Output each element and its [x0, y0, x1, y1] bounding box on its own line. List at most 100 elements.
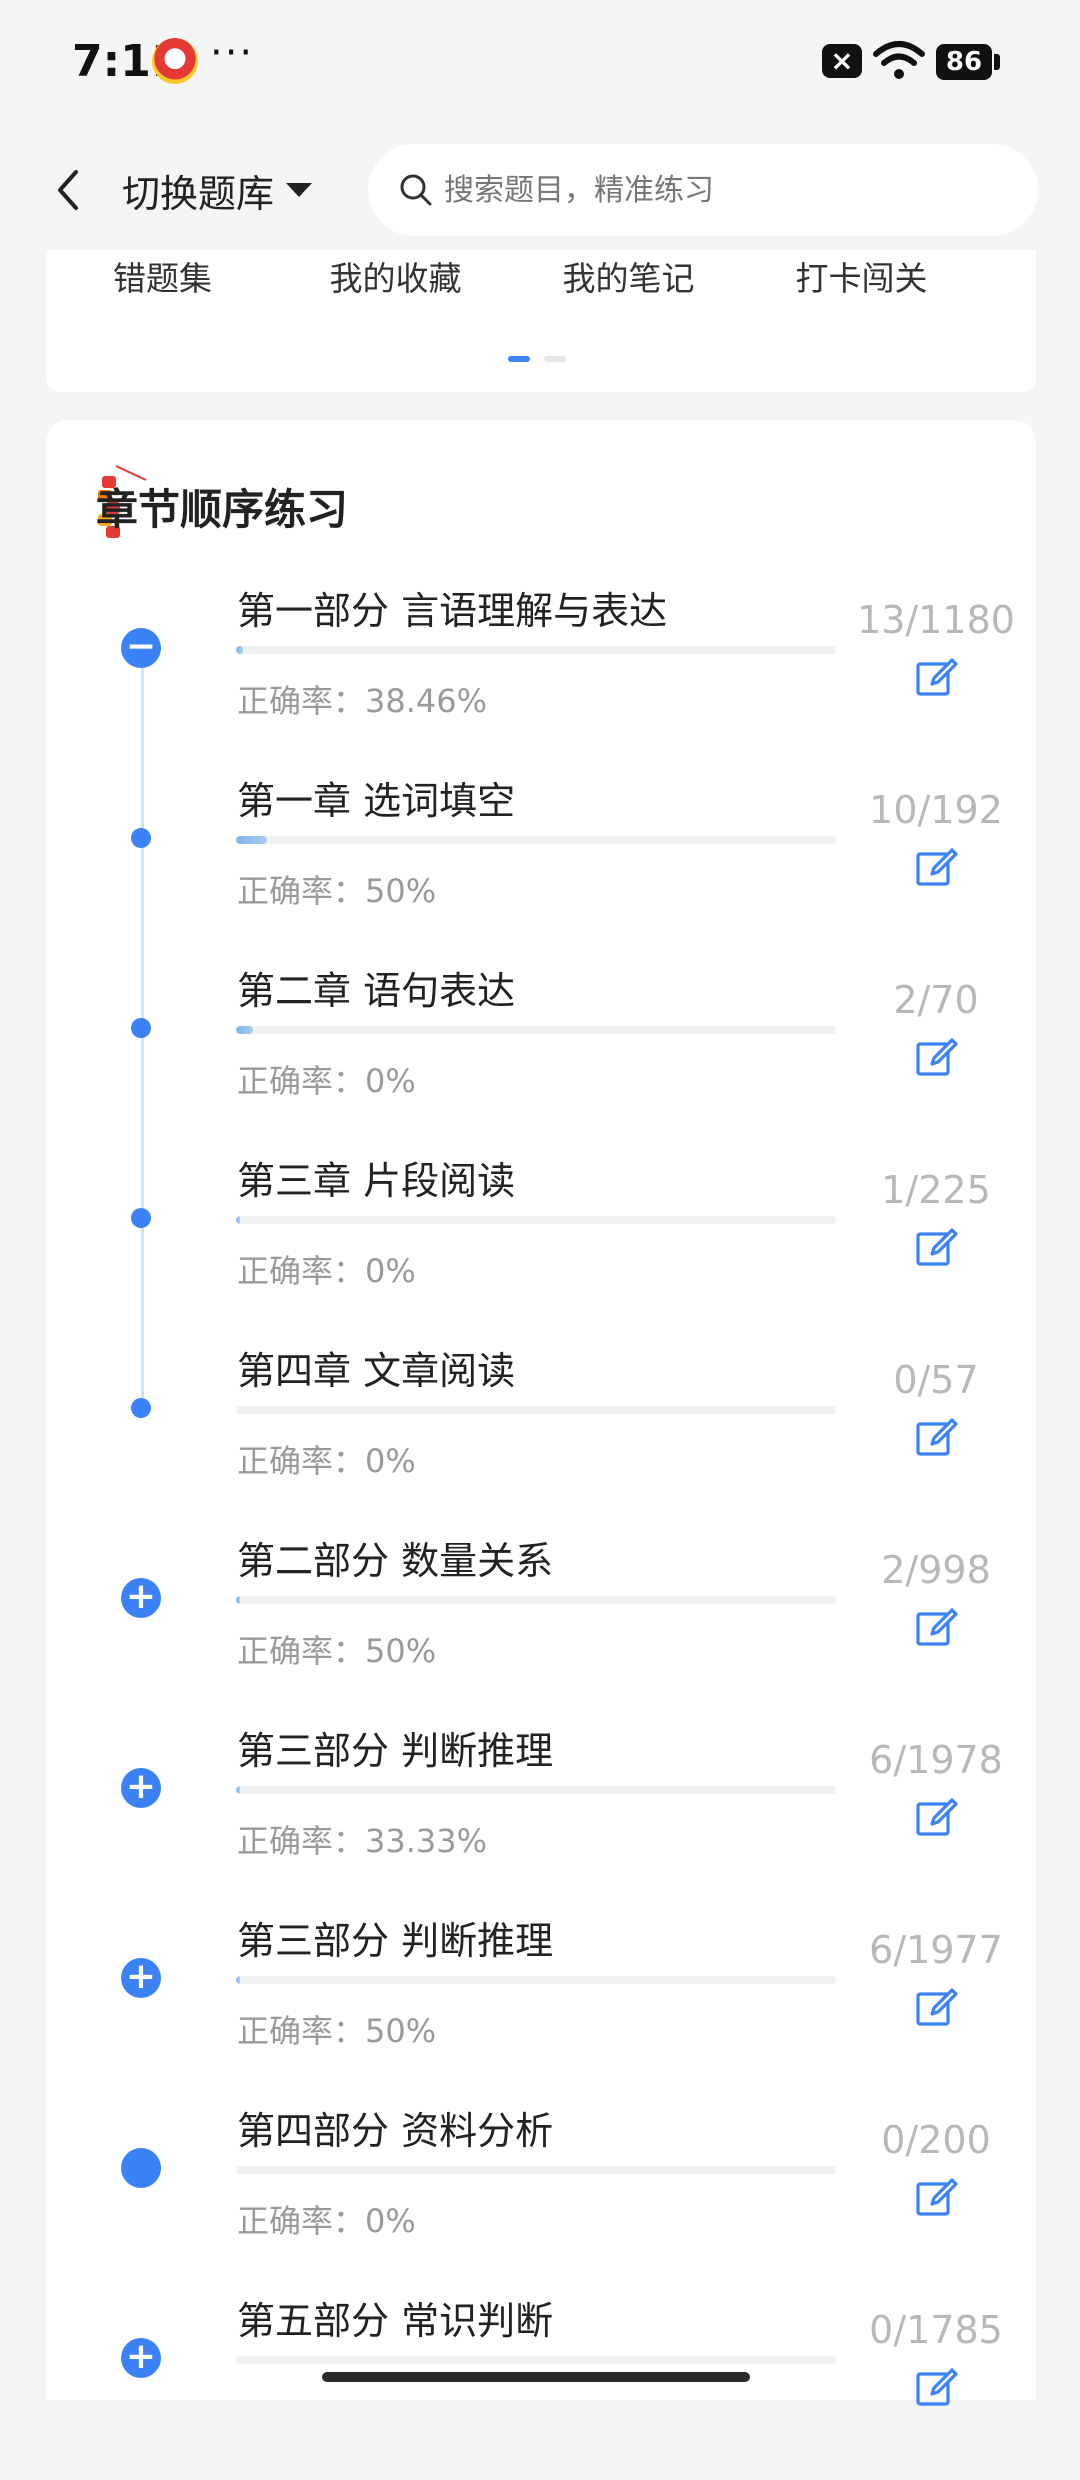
edit-practice-icon[interactable] — [912, 654, 960, 702]
question-count: 2/998 — [881, 1548, 991, 1592]
app-notification-icon — [152, 38, 198, 84]
progress-fill — [236, 1976, 241, 1984]
search-bar[interactable] — [368, 144, 1038, 236]
progress-bar — [236, 1406, 836, 1414]
home-indicator[interactable] — [322, 2372, 750, 2382]
accuracy-label: 正确率： — [237, 872, 366, 910]
chapter-row[interactable]: 第三章 片段阅读 正确率：0% 1/225 — [0, 1150, 1080, 1340]
plus-glyph: + — [125, 2336, 157, 2377]
chapter-title: 第三章 片段阅读 — [237, 1159, 516, 1203]
progress-bar — [236, 1786, 836, 1794]
back-arrow-icon[interactable] — [48, 162, 88, 218]
quick-link-notes[interactable]: 我的笔记 — [512, 252, 745, 300]
edit-practice-icon[interactable] — [912, 2174, 960, 2222]
progress-fill — [236, 1786, 241, 1794]
plus-glyph: + — [125, 1956, 157, 1997]
progress-bar — [236, 1026, 836, 1034]
timeline-node-icon — [121, 2148, 161, 2188]
switch-question-bank-label: 切换题库 — [122, 171, 275, 216]
edit-practice-icon[interactable] — [912, 2364, 960, 2412]
plus-glyph: + — [125, 1766, 157, 1807]
chapter-row[interactable]: + 第三部分 判断推理 正确率：50% 6/1977 — [0, 1910, 1080, 2100]
edit-practice-icon[interactable] — [912, 844, 960, 892]
chapter-title: 第二部分 数量关系 — [237, 1539, 554, 1583]
edit-practice-icon[interactable] — [912, 1794, 960, 1842]
chapter-title: 第四章 文章阅读 — [237, 1349, 516, 1393]
expand-icon[interactable]: + — [121, 1958, 161, 1998]
search-icon — [400, 174, 432, 206]
accuracy-value: 50% — [365, 872, 437, 910]
accuracy-label: 正确率： — [237, 1252, 366, 1290]
progress-bar — [236, 1216, 836, 1224]
chapter-row[interactable]: 第一章 选词填空 正确率：50% 10/192 — [0, 770, 1080, 960]
wifi-icon — [873, 41, 925, 79]
timeline-node-icon — [131, 828, 151, 848]
timeline-node-icon — [131, 1018, 151, 1038]
section-title: 章节顺序练习 — [96, 485, 349, 534]
accuracy-text: 正确率：50% — [237, 1626, 436, 1672]
chapter-row[interactable]: 第二章 语句表达 正确率：0% 2/70 — [0, 960, 1080, 1150]
progress-bar — [236, 836, 836, 844]
timeline-node-icon — [131, 1208, 151, 1228]
quick-link-favorites[interactable]: 我的收藏 — [279, 252, 512, 300]
edit-practice-icon[interactable] — [912, 1414, 960, 1462]
chapter-row[interactable]: + 第三部分 判断推理 正确率：33.33% 6/1978 — [0, 1720, 1080, 1910]
chapter-title: 第一部分 言语理解与表达 — [237, 589, 668, 633]
edit-practice-icon[interactable] — [912, 1224, 960, 1272]
chapter-row[interactable]: 第四章 文章阅读 正确率：0% 0/57 — [0, 1340, 1080, 1530]
edit-practice-icon[interactable] — [912, 1984, 960, 2032]
progress-fill — [236, 1216, 241, 1224]
quick-links: 错题集 我的收藏 我的笔记 打卡闯关 — [46, 252, 1036, 300]
collapse-icon[interactable]: − — [121, 628, 161, 668]
battery-tip — [994, 54, 1000, 70]
accuracy-value: 0% — [365, 2202, 416, 2240]
chapter-title: 第四部分 资料分析 — [237, 2109, 554, 2153]
accuracy-value: 0% — [365, 1442, 416, 1480]
quick-links-card: 错题集 我的收藏 我的笔记 打卡闯关 — [46, 250, 1036, 392]
progress-bar — [236, 1596, 836, 1604]
quick-link-checkin[interactable]: 打卡闯关 — [745, 252, 978, 300]
chapter-title: 第五部分 常识判断 — [237, 2299, 554, 2343]
progress-bar — [236, 2166, 836, 2174]
timeline-node-icon — [131, 1398, 151, 1418]
accuracy-label: 正确率： — [237, 1062, 366, 1100]
edit-practice-icon[interactable] — [912, 1604, 960, 1652]
accuracy-text: 正确率：33.33% — [237, 1816, 487, 1862]
progress-fill — [236, 646, 243, 654]
accuracy-label: 正确率： — [237, 1822, 366, 1860]
accuracy-label: 正确率： — [237, 2012, 366, 2050]
question-count: 0/1785 — [869, 2308, 1003, 2352]
question-count: 6/1977 — [869, 1928, 1003, 1972]
progress-bar — [236, 1976, 836, 1984]
accuracy-value: 50% — [365, 2012, 437, 2050]
progress-fill — [236, 836, 268, 844]
chapter-row[interactable]: + 第五部分 常识判断 0/1785 — [0, 2290, 1080, 2480]
progress-bar — [236, 646, 836, 654]
expand-icon[interactable]: + — [121, 1768, 161, 1808]
accuracy-label: 正确率： — [237, 2202, 366, 2240]
switch-question-bank-button[interactable]: 切换题库 — [122, 160, 313, 220]
question-count: 6/1978 — [869, 1738, 1003, 1782]
top-header: 切换题库 — [0, 130, 1080, 250]
expand-icon[interactable]: + — [121, 2338, 161, 2378]
page-dot — [544, 356, 566, 362]
progress-bar — [236, 2356, 836, 2364]
caret-down-icon — [286, 183, 313, 197]
chapter-row[interactable]: 第四部分 资料分析正确率：0% 0/200 — [0, 2100, 1080, 2290]
accuracy-label: 正确率： — [237, 1632, 366, 1670]
chapter-row[interactable]: − 第一部分 言语理解与表达 正确率：38.46% 13/1180 — [0, 580, 1080, 770]
question-count: 0/200 — [881, 2118, 991, 2162]
accuracy-value: 33.33% — [365, 1822, 488, 1860]
chapter-row[interactable]: + 第二部分 数量关系 正确率：50% 2/998 — [0, 1530, 1080, 1720]
accuracy-text: 正确率：0% — [237, 1246, 416, 1292]
question-count: 2/70 — [893, 978, 979, 1022]
accuracy-value: 0% — [365, 1062, 416, 1100]
accuracy-text: 正确率：38.46% — [237, 676, 487, 722]
quick-link-wrong-questions[interactable]: 错题集 — [46, 252, 279, 300]
edit-practice-icon[interactable] — [912, 1034, 960, 1082]
accuracy-value: 0% — [365, 1252, 416, 1290]
question-count: 0/57 — [893, 1358, 979, 1402]
expand-icon[interactable]: + — [121, 1578, 161, 1618]
page-indicator — [508, 356, 566, 362]
search-input[interactable] — [442, 171, 1006, 209]
